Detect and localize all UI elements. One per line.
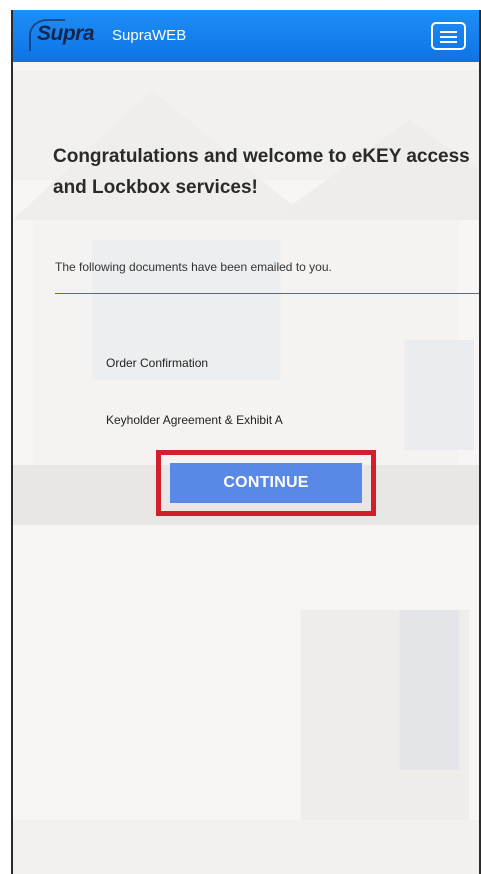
document-item-keyholder-agreement: Keyholder Agreement & Exhibit A <box>106 413 283 427</box>
screenshot-frame: Supra SupraWEB Congratulations and welco… <box>0 0 481 874</box>
divider <box>55 293 479 294</box>
page-title: Congratulations and welcome to eKEY acce… <box>53 146 470 198</box>
supra-logo[interactable]: Supra <box>37 22 95 46</box>
intro-text: The following documents have been emaile… <box>55 260 332 274</box>
mobile-viewport: Supra SupraWEB Congratulations and welco… <box>11 10 481 874</box>
continue-button[interactable]: CONTINUE <box>170 463 362 503</box>
top-navbar: Supra SupraWEB <box>13 10 479 62</box>
background-overlay <box>13 10 479 874</box>
hamburger-menu-icon[interactable] <box>431 22 466 50</box>
document-item-order-confirmation: Order Confirmation <box>106 356 209 370</box>
app-name: SupraWEB <box>112 27 187 44</box>
